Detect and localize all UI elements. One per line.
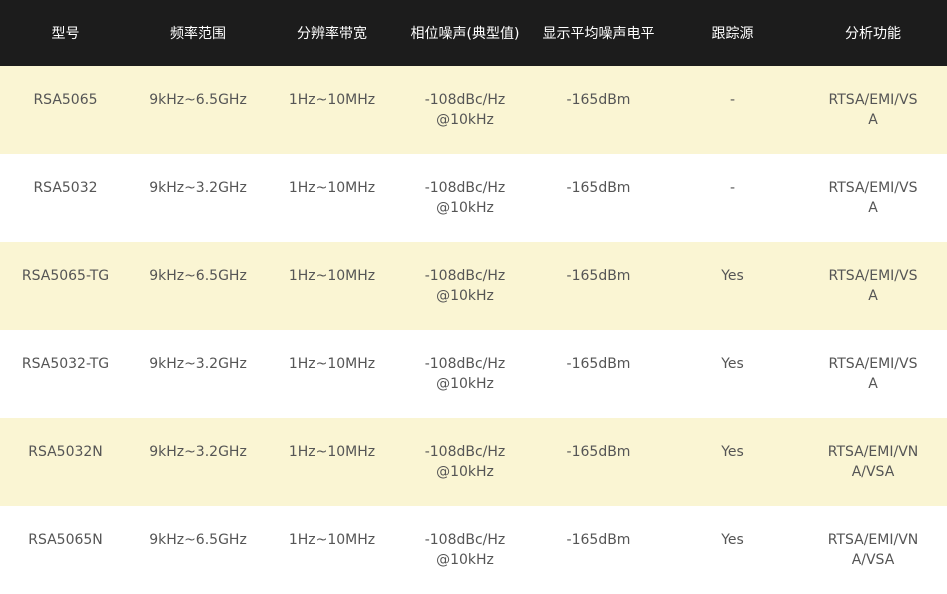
cell-danl: -165dBm	[531, 66, 666, 154]
cell-frequency-range: 9kHz~3.2GHz	[131, 154, 265, 242]
spec-table: 型号 频率范围 分辨率带宽 相位噪声(典型值) 显示平均噪声电平 跟踪源 分析功…	[0, 0, 947, 594]
cell-phase-noise: -108dBc/Hz@10kHz	[399, 506, 531, 594]
header-danl: 显示平均噪声电平	[531, 0, 666, 66]
cell-frequency-range: 9kHz~6.5GHz	[131, 66, 265, 154]
cell-tracking-source: Yes	[666, 506, 799, 594]
cell-danl: -165dBm	[531, 506, 666, 594]
cell-danl: -165dBm	[531, 242, 666, 330]
cell-phase-noise: -108dBc/Hz@10kHz	[399, 418, 531, 506]
header-rbw: 分辨率带宽	[265, 0, 399, 66]
cell-analysis-functions: RTSA/EMI/VSA	[799, 66, 947, 154]
cell-model: RSA5032N	[0, 418, 131, 506]
cell-danl: -165dBm	[531, 418, 666, 506]
cell-model: RSA5032	[0, 154, 131, 242]
cell-model: RSA5032-TG	[0, 330, 131, 418]
table-row: RSA5032-TG 9kHz~3.2GHz 1Hz~10MHz -108dBc…	[0, 330, 947, 418]
cell-danl: -165dBm	[531, 154, 666, 242]
cell-analysis-functions: RTSA/EMI/VNA/VSA	[799, 418, 947, 506]
table-row: RSA5065 9kHz~6.5GHz 1Hz~10MHz -108dBc/Hz…	[0, 66, 947, 154]
cell-tracking-source: -	[666, 66, 799, 154]
cell-analysis-functions: RTSA/EMI/VSA	[799, 242, 947, 330]
cell-rbw: 1Hz~10MHz	[265, 242, 399, 330]
cell-frequency-range: 9kHz~3.2GHz	[131, 418, 265, 506]
cell-rbw: 1Hz~10MHz	[265, 418, 399, 506]
cell-danl: -165dBm	[531, 330, 666, 418]
table-row: RSA5065N 9kHz~6.5GHz 1Hz~10MHz -108dBc/H…	[0, 506, 947, 594]
cell-analysis-functions: RTSA/EMI/VSA	[799, 330, 947, 418]
cell-frequency-range: 9kHz~6.5GHz	[131, 242, 265, 330]
table-header: 型号 频率范围 分辨率带宽 相位噪声(典型值) 显示平均噪声电平 跟踪源 分析功…	[0, 0, 947, 66]
cell-phase-noise: -108dBc/Hz@10kHz	[399, 66, 531, 154]
cell-phase-noise: -108dBc/Hz@10kHz	[399, 330, 531, 418]
header-frequency-range: 频率范围	[131, 0, 265, 66]
cell-rbw: 1Hz~10MHz	[265, 66, 399, 154]
table-row: RSA5065-TG 9kHz~6.5GHz 1Hz~10MHz -108dBc…	[0, 242, 947, 330]
cell-analysis-functions: RTSA/EMI/VNA/VSA	[799, 506, 947, 594]
cell-tracking-source: Yes	[666, 330, 799, 418]
cell-phase-noise: -108dBc/Hz@10kHz	[399, 154, 531, 242]
cell-tracking-source: Yes	[666, 418, 799, 506]
cell-rbw: 1Hz~10MHz	[265, 154, 399, 242]
header-tracking-source: 跟踪源	[666, 0, 799, 66]
header-model: 型号	[0, 0, 131, 66]
cell-model: RSA5065N	[0, 506, 131, 594]
cell-tracking-source: Yes	[666, 242, 799, 330]
cell-rbw: 1Hz~10MHz	[265, 330, 399, 418]
cell-model: RSA5065	[0, 66, 131, 154]
header-analysis-functions: 分析功能	[799, 0, 947, 66]
cell-frequency-range: 9kHz~3.2GHz	[131, 330, 265, 418]
cell-rbw: 1Hz~10MHz	[265, 506, 399, 594]
cell-model: RSA5065-TG	[0, 242, 131, 330]
cell-tracking-source: -	[666, 154, 799, 242]
table-row: RSA5032 9kHz~3.2GHz 1Hz~10MHz -108dBc/Hz…	[0, 154, 947, 242]
table-row: RSA5032N 9kHz~3.2GHz 1Hz~10MHz -108dBc/H…	[0, 418, 947, 506]
header-phase-noise: 相位噪声(典型值)	[399, 0, 531, 66]
cell-analysis-functions: RTSA/EMI/VSA	[799, 154, 947, 242]
header-row: 型号 频率范围 分辨率带宽 相位噪声(典型值) 显示平均噪声电平 跟踪源 分析功…	[0, 0, 947, 66]
cell-frequency-range: 9kHz~6.5GHz	[131, 506, 265, 594]
cell-phase-noise: -108dBc/Hz@10kHz	[399, 242, 531, 330]
table-body: RSA5065 9kHz~6.5GHz 1Hz~10MHz -108dBc/Hz…	[0, 66, 947, 594]
